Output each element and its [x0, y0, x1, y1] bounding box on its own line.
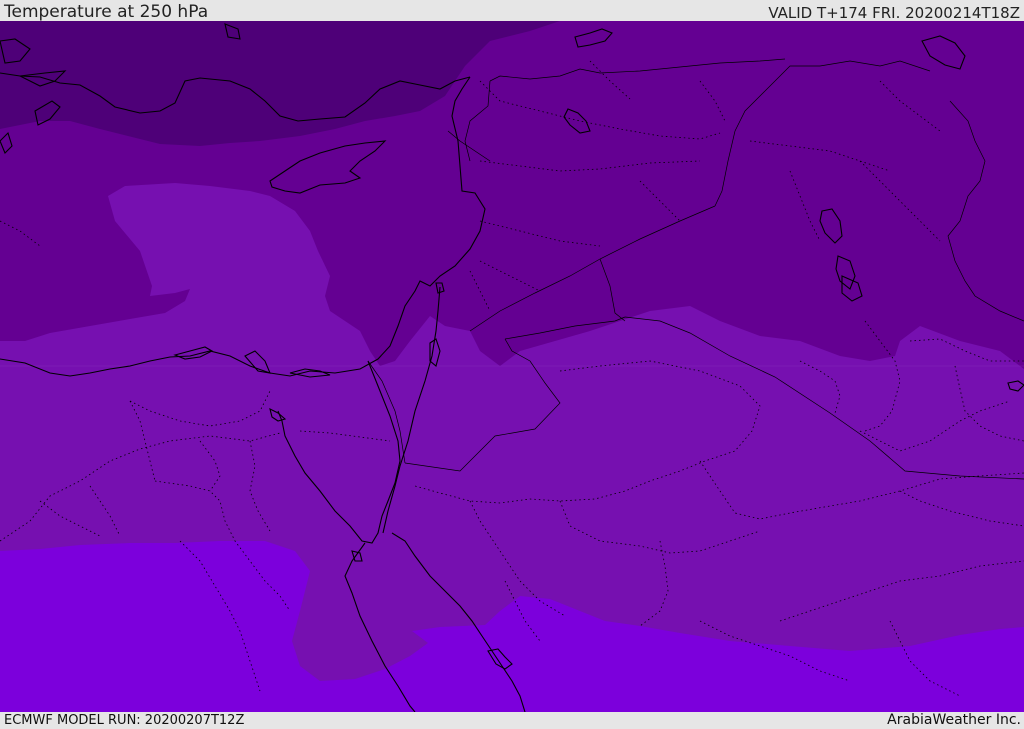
- map-canvas: [0, 21, 1024, 712]
- footer-bar: ECMWF MODEL RUN: 20200207T12Z ArabiaWeat…: [0, 712, 1024, 729]
- map-title: Temperature at 250 hPa: [4, 2, 209, 22]
- header-bar: Temperature at 250 hPa VALID T+174 FRI. …: [0, 0, 1024, 21]
- credit: ArabiaWeather Inc.: [887, 712, 1021, 728]
- valid-time: VALID T+174 FRI. 20200214T18Z: [768, 4, 1020, 22]
- weather-map[interactable]: [0, 21, 1024, 712]
- model-run: ECMWF MODEL RUN: 20200207T12Z: [4, 713, 245, 728]
